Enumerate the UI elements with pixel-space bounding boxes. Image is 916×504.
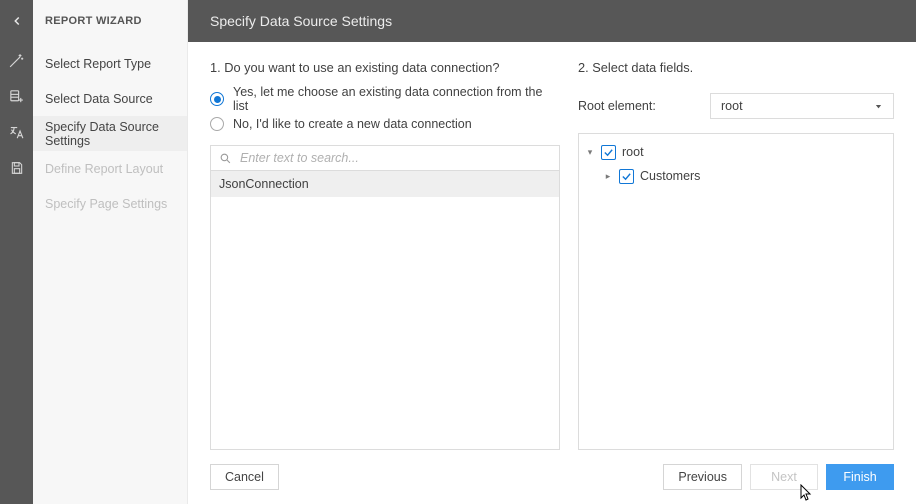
radio-create-new[interactable]: No, I'd like to create a new data connec… — [210, 115, 560, 133]
main-area: Specify Data Source Settings 1. Do you w… — [188, 0, 916, 504]
radio-use-existing[interactable]: Yes, let me choose an existing data conn… — [210, 83, 560, 115]
check-icon — [603, 147, 614, 158]
question-1: 1. Do you want to use an existing data c… — [210, 60, 560, 75]
rail-save-icon[interactable] — [0, 150, 33, 186]
checkbox[interactable] — [619, 169, 634, 184]
previous-button[interactable]: Previous — [663, 464, 742, 490]
radio-label: Yes, let me choose an existing data conn… — [233, 85, 560, 113]
rail-localize-icon[interactable] — [0, 114, 33, 150]
step-specify-page-settings: Specify Page Settings — [33, 186, 187, 221]
checkbox[interactable] — [601, 145, 616, 160]
step-select-data-source[interactable]: Select Data Source — [33, 81, 187, 116]
connection-search[interactable] — [210, 145, 560, 171]
cancel-button[interactable]: Cancel — [210, 464, 279, 490]
step-define-report-layout: Define Report Layout — [33, 151, 187, 186]
question-2: 2. Select data fields. — [578, 60, 894, 75]
rail-wizard-icon[interactable] — [0, 42, 33, 78]
nav-buttons: Previous Next Finish — [663, 464, 894, 490]
left-rail — [0, 0, 33, 504]
tree-node-root[interactable]: ▾ root — [579, 140, 893, 164]
app-root: REPORT WIZARD Select Report Type Select … — [0, 0, 916, 504]
connection-list[interactable]: JsonConnection — [210, 171, 560, 450]
root-element-row: Root element: root — [578, 93, 894, 119]
step-specify-data-source-settings[interactable]: Specify Data Source Settings — [33, 116, 187, 151]
fields-tree[interactable]: ▾ root ▸ Customers — [578, 133, 894, 450]
tree-node-label: Customers — [640, 169, 700, 183]
connection-item[interactable]: JsonConnection — [211, 171, 559, 197]
tree-node-customers[interactable]: ▸ Customers — [579, 164, 893, 188]
finish-button[interactable]: Finish — [826, 464, 894, 490]
tree-node-label: root — [622, 145, 644, 159]
root-element-select[interactable]: root — [710, 93, 894, 119]
chevron-down-icon — [874, 102, 883, 111]
expand-toggle-icon[interactable]: ▸ — [603, 171, 613, 182]
root-element-label: Root element: — [578, 99, 698, 113]
expand-toggle-icon[interactable]: ▾ — [585, 147, 595, 158]
search-icon — [219, 152, 232, 165]
column-connection: 1. Do you want to use an existing data c… — [210, 60, 560, 450]
root-element-value: root — [721, 99, 743, 113]
sidebar-steps: Select Report Type Select Data Source Sp… — [33, 42, 187, 221]
mouse-cursor-icon — [797, 484, 813, 504]
column-fields: 2. Select data fields. Root element: roo… — [578, 60, 894, 450]
page-title: Specify Data Source Settings — [188, 0, 916, 42]
check-icon — [621, 171, 632, 182]
back-button[interactable] — [0, 0, 33, 42]
rail-datasource-icon[interactable] — [0, 78, 33, 114]
step-select-report-type[interactable]: Select Report Type — [33, 46, 187, 81]
sidebar-title: REPORT WIZARD — [33, 0, 187, 42]
wizard-sidebar: REPORT WIZARD Select Report Type Select … — [33, 0, 188, 504]
chevron-left-icon — [10, 14, 24, 28]
radio-icon — [210, 92, 224, 106]
search-input[interactable] — [240, 151, 551, 165]
radio-icon — [210, 117, 224, 131]
radio-label: No, I'd like to create a new data connec… — [233, 117, 472, 131]
main-body: 1. Do you want to use an existing data c… — [188, 42, 916, 450]
